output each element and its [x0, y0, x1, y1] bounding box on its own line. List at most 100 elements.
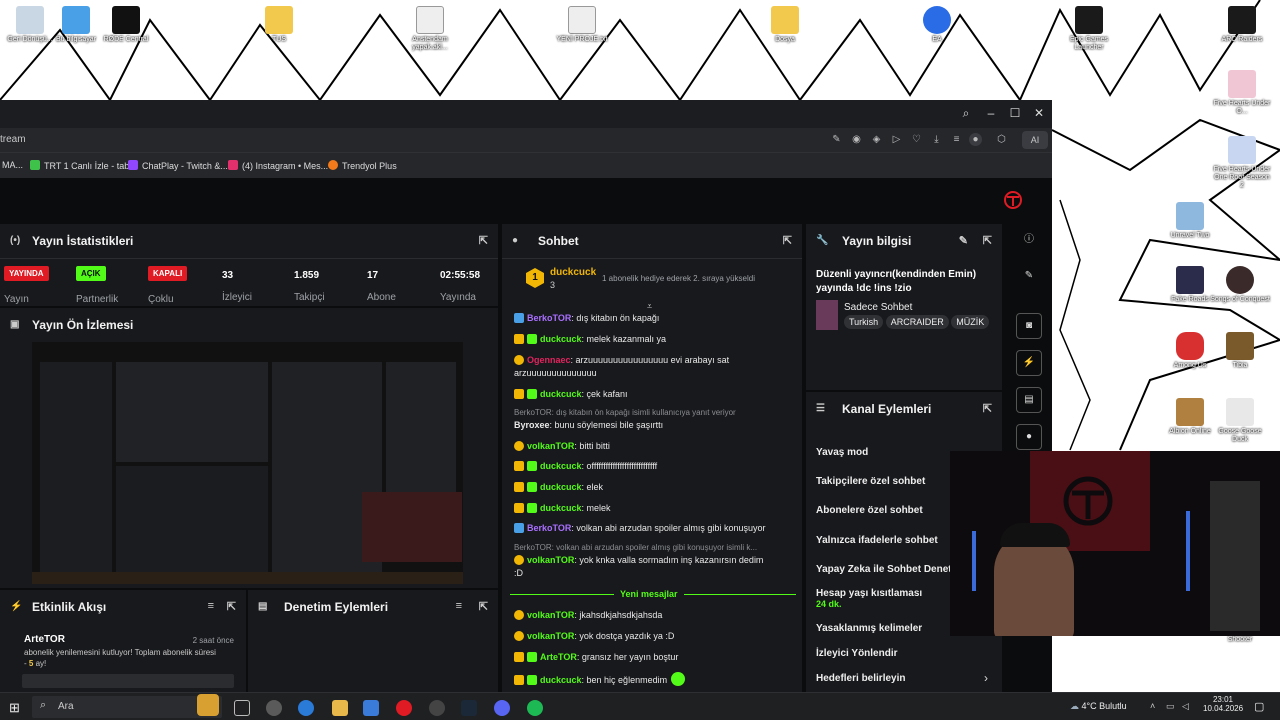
shield-icon[interactable]: ◈	[870, 133, 883, 146]
play-icon[interactable]: ▷	[890, 133, 903, 146]
chat-username[interactable]: duckcuck	[540, 675, 582, 685]
weather-widget[interactable]: ☁ 4°C Bulutlu	[1070, 701, 1127, 712]
obs-icon[interactable]	[429, 700, 445, 716]
chat-username[interactable]: duckcuck	[540, 503, 582, 513]
action-followers-only[interactable]: Takipçilere özel sohbet	[816, 476, 925, 487]
bookmark-item[interactable]: MA...	[2, 160, 23, 170]
expand-icon[interactable]: ⇱	[983, 234, 992, 247]
search-icon[interactable]: ⌕	[959, 106, 973, 120]
chat-username[interactable]: duckcuck	[540, 482, 582, 492]
desktop-icon-five-hearts[interactable]: Five Hearts Under O...	[1212, 70, 1272, 116]
url-text[interactable]: tream	[0, 134, 26, 145]
stream-preview-video[interactable]	[32, 342, 463, 584]
desktop-icon-yeni-proje[interactable]: YENİ PROJE.txt	[552, 6, 612, 44]
expand-icon[interactable]: ⇱	[479, 234, 488, 247]
chat-username[interactable]: volkanTOR	[527, 631, 574, 641]
desktop-icon-unravel[interactable]: Unravel Two	[1160, 202, 1220, 240]
expand-icon[interactable]: ⇱	[783, 234, 792, 247]
task-view-icon[interactable]	[234, 700, 250, 716]
maximize-button[interactable]: ☐	[1008, 106, 1022, 120]
desktop-icon-five-hearts-s2[interactable]: Five Hearts Under One Roof Season 2	[1212, 136, 1272, 190]
camera-icon[interactable]: ◉	[850, 133, 863, 146]
chat-username[interactable]: duckcuck	[540, 389, 582, 399]
store-icon[interactable]	[363, 700, 379, 716]
bookmark-item[interactable]: TRT 1 Canlı İzle - tabii	[30, 160, 133, 171]
desktop-icon-tibia[interactable]: Tibia	[1210, 332, 1270, 370]
profile-icon[interactable]: ●	[969, 133, 982, 146]
windows-start-icon[interactable]: ⊞	[9, 700, 20, 716]
heart-icon[interactable]: ♡	[910, 133, 923, 146]
download-icon[interactable]: ⤓	[930, 133, 943, 146]
spotify-icon[interactable]	[527, 700, 543, 716]
app-icon[interactable]	[266, 700, 282, 716]
desktop-icon-arc-raiders[interactable]: ARC Raiders	[1212, 6, 1272, 44]
expand-icon[interactable]: ⇱	[479, 600, 488, 613]
chat-username[interactable]: volkanTOR	[527, 441, 574, 451]
bookmark-item[interactable]: Trendyol Plus	[328, 160, 397, 171]
desktop-icon-ea[interactable]: EA	[907, 6, 967, 44]
edit-icon[interactable]: ✎	[959, 234, 968, 247]
address-bar[interactable]: tream ✎ ◉ ◈ ▷ ♡ ⤓ ≡ ● ⬡ AI	[0, 128, 1052, 152]
chat-username[interactable]: Byroxee	[514, 420, 550, 430]
document-icon[interactable]: ▤	[1016, 387, 1042, 413]
chat-username[interactable]: Ogennaec	[527, 355, 571, 365]
chat-username[interactable]: duckcuck	[540, 334, 582, 344]
edge-icon[interactable]	[298, 700, 314, 716]
desktop-icon-epic-games[interactable]: Epic Games Launcher	[1059, 6, 1119, 52]
action-account-age[interactable]: Hesap yaşı kısıtlaması	[816, 588, 922, 599]
action-raid[interactable]: İzleyici Yönlendir	[816, 648, 898, 659]
clock[interactable]: 23:01 10.04.2026	[1203, 695, 1243, 713]
channel-logo-icon[interactable]	[1003, 190, 1023, 210]
chat-username[interactable]: ArteTOR	[540, 652, 577, 662]
action-goals[interactable]: Hedefleri belirleyin	[816, 673, 905, 684]
chat-username[interactable]: BerkoTOR	[527, 523, 571, 533]
tag[interactable]: MÜZİK	[951, 315, 990, 329]
close-button[interactable]: ✕	[1032, 106, 1046, 120]
network-icon[interactable]: ▭	[1166, 701, 1175, 712]
steam-icon[interactable]	[461, 700, 477, 716]
expand-icon[interactable]: ⇱	[227, 600, 236, 613]
desktop-icon-songs-of-conquest[interactable]: Songs of Conquest	[1210, 266, 1270, 304]
desktop-icon-tus[interactable]: TUS	[249, 6, 309, 44]
chevron-right-icon[interactable]: ›	[984, 671, 988, 685]
extension-icon[interactable]: ⬡	[995, 133, 1008, 146]
scroll-down-icon[interactable]: ⩡	[647, 301, 652, 312]
ai-button[interactable]: AI	[1022, 131, 1048, 149]
file-explorer-icon[interactable]	[332, 700, 348, 716]
lightning-icon[interactable]: ⚡	[1016, 350, 1042, 376]
desktop-icon-text-file[interactable]: Anstendam yapak.akl...	[400, 6, 460, 52]
edit-icon[interactable]: ✎	[830, 133, 843, 146]
expand-icon[interactable]: ⇱	[983, 402, 992, 415]
desktop-icon-shooter[interactable]: Shooter	[1210, 636, 1270, 644]
action-banned-words[interactable]: Yasaklanmış kelimeler	[816, 623, 922, 634]
desktop-icon-goose-goose-duck[interactable]: Goose Goose Duck	[1210, 398, 1270, 444]
action-ai-moderation[interactable]: Yapay Zeka ile Sohbet Denetim	[816, 564, 963, 575]
chat-username[interactable]: BerkoTOR	[527, 313, 571, 323]
bookmark-item[interactable]: ChatPlay - Twitch &...	[128, 160, 228, 171]
notification-icon[interactable]: ▢	[1254, 700, 1264, 713]
stream-category[interactable]: Sadece Sohbet	[844, 302, 912, 313]
search-box[interactable]: ⌕ Ara	[32, 694, 222, 718]
bookmark-item[interactable]: (4) Instagram • Mes...	[228, 160, 328, 171]
chat-username[interactable]: volkanTOR	[527, 610, 574, 620]
chat-icon[interactable]: ●	[1016, 424, 1042, 450]
tag[interactable]: Turkish	[844, 315, 884, 329]
chat-username[interactable]: volkanTOR	[527, 555, 574, 565]
menu-icon[interactable]: ≡	[950, 133, 963, 146]
discord-icon[interactable]	[494, 700, 510, 716]
filter-icon[interactable]: ≡	[208, 600, 214, 612]
info-icon[interactable]: ⓘ	[1016, 228, 1042, 254]
tag[interactable]: ARCRAIDER	[885, 315, 949, 329]
filter-icon[interactable]: ≡	[456, 600, 462, 612]
minimize-button[interactable]: –	[984, 106, 998, 120]
desktop-icon-rode-central[interactable]: RØDE Central	[96, 6, 156, 44]
action-slow-mode[interactable]: Yavaş mod	[816, 447, 868, 458]
action-subscribers-only[interactable]: Abonelere özel sohbet	[816, 505, 923, 516]
pencil-icon[interactable]: ✎	[1016, 264, 1042, 290]
chat-username[interactable]: duckcuck	[540, 461, 582, 471]
tray-chevron-icon[interactable]: ˄	[1150, 701, 1155, 711]
camera-switch-icon[interactable]: ◙	[1016, 313, 1042, 339]
opera-icon[interactable]	[396, 700, 412, 716]
volume-icon[interactable]: ◁	[1182, 701, 1189, 712]
desktop-icon-dosya[interactable]: Dosya	[755, 6, 815, 44]
